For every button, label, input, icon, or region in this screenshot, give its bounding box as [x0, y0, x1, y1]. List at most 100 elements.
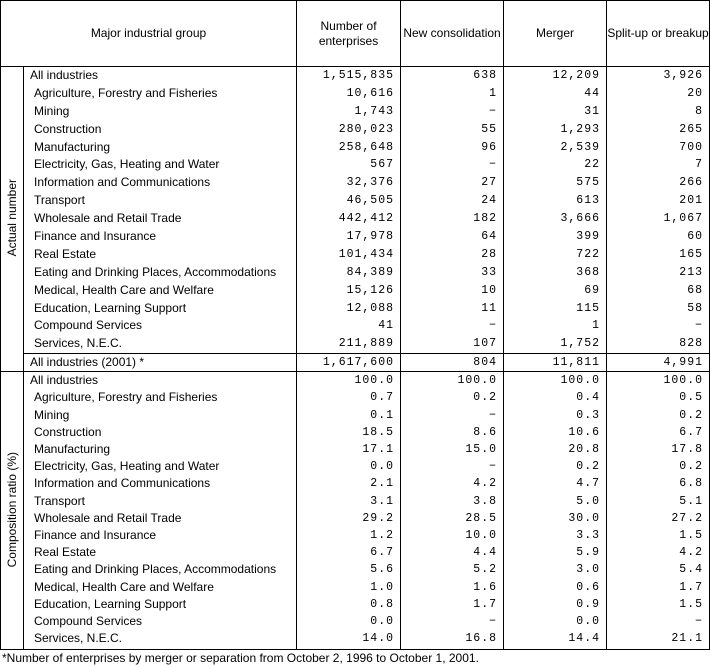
value-merger: 3.0 — [576, 563, 601, 577]
value-new: − — [489, 614, 498, 628]
ratio-names: All industries Agriculture, Forestry and … — [22, 371, 298, 651]
value-new: 10 — [481, 283, 498, 297]
value-merger: 22 — [584, 158, 601, 172]
value-new: 107 — [473, 337, 498, 351]
value-new: 96 — [481, 140, 498, 154]
value-merger: 69 — [584, 283, 601, 297]
value-new: 64 — [481, 230, 498, 244]
value-enterprises: 100.0 — [354, 374, 395, 388]
value-new: − — [489, 408, 498, 422]
value-new: 15.0 — [465, 443, 498, 456]
value-split: 213 — [679, 265, 704, 279]
ratio-section: Composition ratio (%) All industries Agri… — [0, 371, 710, 651]
value-enterprises: 18.5 — [362, 425, 395, 439]
value-merger: 368 — [576, 265, 601, 279]
value-enterprises: 5.6 — [370, 563, 395, 577]
value-split: 1,067 — [663, 212, 704, 226]
industry-name: Transport — [34, 493, 85, 508]
value-enterprises: 0.1 — [370, 408, 395, 422]
value-split: 4.2 — [679, 546, 704, 560]
total-split: 4,991 — [606, 353, 710, 373]
industry-name: Agriculture, Forestry and Fisheries — [34, 85, 218, 100]
value-enterprises: 1,743 — [354, 104, 395, 118]
industry-name: Information and Communications — [34, 175, 211, 190]
total-new: 804 — [400, 353, 505, 373]
value-enterprises: 15,126 — [346, 283, 395, 297]
total-name: All industries (2001) * — [22, 353, 298, 373]
value-new: 10.0 — [465, 528, 498, 542]
value-new: 33 — [481, 265, 498, 279]
value-merger: 1,293 — [560, 122, 601, 136]
value-merger: 1 — [592, 319, 601, 333]
value-split: 0.2 — [679, 408, 704, 422]
value-split: 27.2 — [671, 511, 704, 525]
industry-name: Real Estate — [34, 246, 97, 261]
industry-name: Manufacturing — [34, 442, 111, 456]
header-new-consolidation: New consolidation — [400, 0, 505, 67]
value-new: 1 — [489, 86, 498, 100]
value-new: 0.2 — [473, 391, 498, 405]
value-enterprises: 1.2 — [370, 528, 395, 542]
footnote: *Number of enterprises by merger or sepa… — [2, 651, 479, 665]
value-enterprises: 1.0 — [370, 580, 395, 594]
value-new: 4.2 — [473, 477, 498, 491]
value-split: 265 — [679, 122, 704, 136]
value-merger: 30.0 — [568, 511, 601, 525]
industry-name: Medical, Health Care and Welfare — [34, 282, 214, 297]
value-enterprises: 0.8 — [370, 597, 395, 611]
actual-enterprises: 1,515,835 10,616 1,743 280,023 258,648 567 32,… — [296, 65, 402, 355]
value-enterprises: 41 — [378, 319, 395, 333]
industry-name: Eating and Drinking Places, Accommodatio… — [34, 562, 277, 577]
value-split: 1.7 — [679, 580, 704, 594]
value-new: 3.8 — [473, 494, 498, 508]
industry-name: Electricity, Gas, Heating and Water — [34, 157, 220, 172]
value-merger: 2,539 — [560, 140, 601, 154]
value-merger: 0.9 — [576, 597, 601, 611]
value-split: 21.1 — [671, 632, 704, 646]
value-merger: 31 — [584, 104, 601, 118]
value-split: 6.7 — [679, 425, 704, 439]
industry-name: Eating and Drinking Places, Accommodatio… — [34, 264, 277, 279]
value-enterprises: 211,889 — [338, 337, 395, 351]
actual-split: 3,926 20 8 265 700 7 266 201 1,067 60 165 213 68 58 − 8… — [606, 65, 710, 355]
value-enterprises: 10,616 — [346, 86, 395, 100]
value-new: 55 — [481, 122, 498, 136]
value-merger: 10.6 — [568, 425, 601, 439]
value-merger: 44 — [584, 86, 601, 100]
value-merger: 0.3 — [576, 408, 601, 422]
actual-section: Actual number All industries Agriculture,… — [0, 65, 710, 373]
value-new: 8.6 — [473, 425, 498, 439]
industry-name: Construction — [34, 121, 102, 136]
header-enterprises: Number of enterprises — [296, 0, 402, 67]
ratio-merger: 100.0 0.4 0.3 10.6 20.8 0.2 4.7 5.0 30.0 3.3 5.9 3.… — [503, 371, 608, 651]
industry-name: Finance and Insurance — [34, 229, 157, 244]
value-enterprises: 6.7 — [370, 546, 395, 560]
value-new: 27 — [481, 176, 498, 190]
value-split: 1.5 — [679, 597, 704, 611]
value-split: 6.8 — [679, 477, 704, 491]
value-merger: 4.7 — [576, 477, 601, 491]
value-new: 16.8 — [465, 632, 498, 646]
value-enterprises: 567 — [370, 158, 395, 172]
value-new: 4.4 — [473, 546, 498, 560]
value-merger: 3.3 — [576, 528, 601, 542]
value-merger: 613 — [576, 194, 601, 208]
value-merger: 5.0 — [576, 494, 601, 508]
value-new: 1.7 — [473, 597, 498, 611]
industry-name: Mining — [34, 407, 70, 422]
header-merger: Merger — [503, 0, 608, 67]
value-new: − — [489, 460, 498, 474]
actual-section-label: Actual number — [0, 65, 24, 373]
value-split: 7 — [695, 158, 704, 172]
value-new: − — [489, 319, 498, 333]
value-enterprises: 17.1 — [362, 443, 395, 456]
industry-name: Electricity, Gas, Heating and Water — [34, 459, 220, 474]
value-merger: 3,666 — [560, 212, 601, 226]
actual-new: 638 1 − 55 96 − 27 24 182 64 28 33 10 11 − 107 — [400, 65, 505, 355]
value-split: 60 — [687, 230, 704, 244]
industry-name: Mining — [34, 103, 70, 118]
value-enterprises: 3.1 — [370, 494, 395, 508]
header-splitup: Split-up or breakup — [606, 0, 710, 67]
value-enterprises: 17,978 — [346, 230, 395, 244]
value-new: 1.6 — [473, 580, 498, 594]
